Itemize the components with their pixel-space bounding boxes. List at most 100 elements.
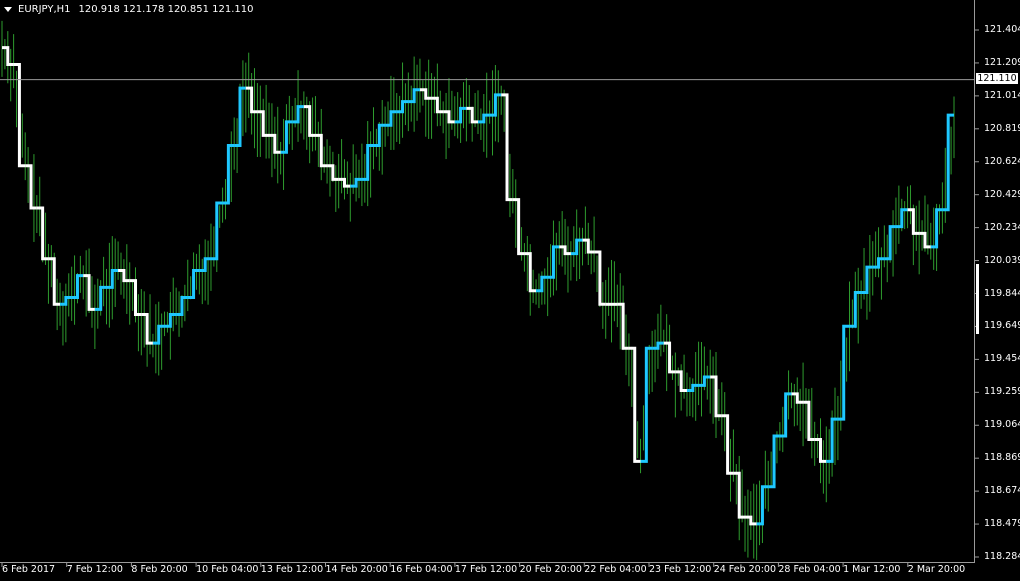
indicator-segment (106, 269, 119, 289)
time-axis-label: 13 Feb 12:00 (260, 564, 324, 575)
price-axis-label: 119.454 (984, 353, 1020, 365)
time-axis-label: 24 Feb 20:00 (713, 564, 777, 575)
indicator-segment (419, 88, 432, 100)
chart-header: EURJPY,H1 120.918 121.178 120.851 121.11… (4, 4, 253, 15)
indicator-segment (187, 269, 200, 300)
time-axis-label: 14 Feb 20:00 (325, 564, 388, 575)
price-axis-label: 121.014 (984, 89, 1020, 101)
price-axis-label: 118.284 (984, 551, 1020, 562)
indicator-segment (779, 392, 792, 438)
price-axis-label: 119.844 (984, 287, 1020, 299)
indicator-segment (338, 177, 351, 188)
price-axis-label: 121.209 (984, 56, 1020, 68)
price-axis-label: 119.649 (984, 320, 1020, 332)
indicator-segment (524, 252, 537, 293)
indicator-segment (930, 208, 943, 249)
indicator-segment (686, 383, 699, 392)
indicator-segment (129, 279, 142, 316)
chart-menu-triangle-icon[interactable] (4, 7, 12, 12)
indicator-segment (710, 375, 722, 418)
symbol-label: EURJPY,H1 (18, 4, 71, 15)
indicator-segment (803, 400, 815, 441)
indicator-segment (431, 96, 444, 114)
price-chart[interactable] (0, 0, 1020, 581)
indicator-segment (152, 324, 165, 345)
indicator-segment (71, 274, 84, 300)
indicator-segment (570, 238, 583, 256)
price-axis-label: 118.869 (984, 452, 1020, 464)
indicator-segment (141, 312, 153, 345)
price-axis-label: 119.064 (984, 419, 1020, 431)
indicator-segment (837, 324, 850, 421)
indicator-segment (60, 296, 72, 306)
indicator-segment (36, 206, 49, 261)
price-axis-label: 119.259 (984, 386, 1020, 398)
indicator-segment (478, 113, 490, 124)
indicator-segment (721, 414, 734, 475)
indicator-segment (640, 346, 653, 463)
indicator-segment (501, 93, 513, 202)
indicator-segment (536, 275, 548, 293)
indicator-segment (942, 113, 954, 212)
indicator-segment (257, 110, 270, 137)
indicator-segment (25, 164, 37, 210)
scroll-marker[interactable] (976, 264, 979, 334)
indicator-segment (94, 285, 107, 311)
time-axis-label: 8 Feb 20:00 (131, 564, 188, 575)
indicator-segment (269, 133, 281, 154)
price-axis-label: 120.234 (984, 221, 1020, 233)
indicator-segment (582, 238, 595, 254)
time-axis-label: 22 Feb 04:00 (584, 564, 647, 575)
indicator-segment (559, 245, 571, 256)
price-axis-label: 118.479 (984, 518, 1020, 530)
indicator-segment (907, 208, 920, 235)
indicator-segment (884, 225, 896, 261)
indicator-segment (454, 106, 467, 124)
indicator-segment (303, 105, 316, 137)
indicator-segment (222, 144, 235, 205)
indicator-segment (652, 341, 664, 350)
indicator-segment (547, 245, 560, 279)
indicator-segment (698, 375, 711, 387)
time-axis-label: 6 Feb 2017 (2, 564, 56, 575)
indicator-segment (48, 257, 61, 306)
indicator-segment (350, 177, 362, 188)
time-axis-label: 10 Feb 04:00 (196, 564, 259, 575)
current-price-badge: 121.110 (976, 73, 1018, 84)
indicator-segment (466, 106, 478, 124)
candles-layer (1, 20, 955, 561)
indicator-segment (861, 265, 873, 294)
indicator-segment (443, 110, 455, 124)
indicator-segment (768, 434, 780, 489)
indicator-segment (594, 250, 606, 306)
indicator-segment (373, 123, 386, 148)
indicator-segment (280, 120, 293, 154)
indicator-segment (327, 164, 339, 181)
indicator-segment (118, 269, 130, 283)
indicator-segment (814, 437, 827, 463)
indicator-segment (895, 208, 908, 229)
ohlc-values: 120.918 121.178 120.851 121.110 (78, 4, 254, 15)
indicator-segment (663, 341, 676, 374)
chart-window[interactable]: EURJPY,H1 120.918 121.178 120.851 121.11… (0, 0, 1020, 581)
time-axis-label: 20 Feb 20:00 (519, 564, 582, 575)
price-axis-label: 118.674 (984, 485, 1020, 497)
indicator-segment (292, 105, 304, 124)
indicator-segment (164, 312, 177, 328)
indicator-segment (791, 392, 804, 404)
indicator-segment (756, 485, 769, 526)
price-axis-label: 120.624 (984, 155, 1020, 167)
indicator-segment (210, 201, 223, 261)
indicator-segment (2, 46, 14, 66)
indicator-segment (872, 257, 885, 269)
indicator-segment (199, 257, 211, 273)
indicator-segment (745, 515, 757, 526)
price-axis-label: 120.039 (984, 254, 1020, 266)
indicator-segment (675, 370, 687, 392)
time-axis-label: 28 Feb 04:00 (778, 564, 841, 575)
time-axis-label: 2 Mar 20:00 (907, 564, 966, 575)
indicator-segment (83, 274, 95, 311)
time-axis-label: 23 Feb 12:00 (649, 564, 712, 575)
indicator-segment (408, 88, 420, 104)
indicator-segment (385, 110, 397, 127)
